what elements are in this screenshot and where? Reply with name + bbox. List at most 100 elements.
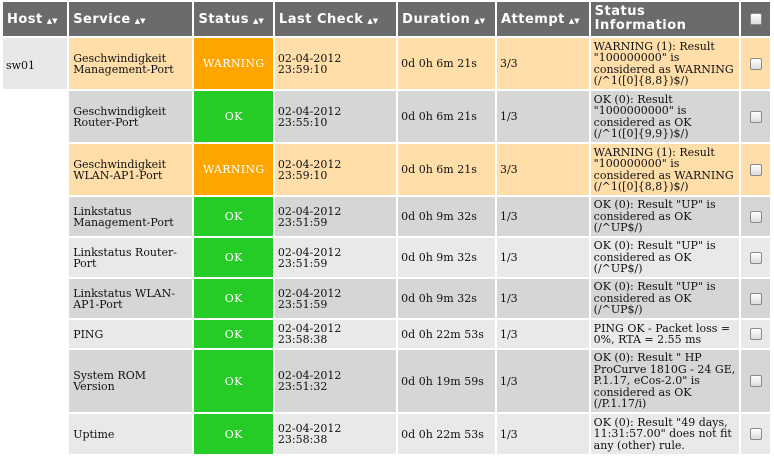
row-select-cell: [741, 38, 770, 89]
checkbox-icon[interactable]: [749, 328, 762, 340]
checkbox-icon[interactable]: [749, 428, 762, 440]
table-row: PING OK 02-04-2012 23:58:38 0d 0h 22m 53s 1/…: [3, 320, 770, 348]
sort-arrows-icon[interactable]: ▲▼: [474, 17, 485, 25]
status-badge: OK: [194, 279, 273, 318]
sort-arrows-icon[interactable]: ▲▼: [253, 17, 264, 25]
status-info-cell: OK (0): Result "UP" is considered as OK …: [590, 197, 740, 236]
duration-cell: 0d 0h 22m 53s: [398, 320, 495, 348]
attempt-cell: 1/3: [496, 414, 589, 454]
status-info-cell: WARNING (1): Result "100000000" is consi…: [590, 144, 740, 195]
service-name-link[interactable]: Uptime: [69, 414, 193, 454]
table-row: Linkstatus Router-Port OK 02-04-2012 23:51…: [3, 238, 770, 277]
host-cell: [3, 144, 68, 195]
col-header-service[interactable]: Service ▲▼: [69, 2, 193, 36]
host-cell[interactable]: sw01: [3, 38, 68, 89]
duration-cell: 0d 0h 6m 21s: [398, 91, 495, 142]
service-name-link[interactable]: Geschwindigkeit Management-Port: [69, 38, 193, 89]
col-header-last-check[interactable]: Last Check ▲▼: [274, 2, 397, 36]
checkbox-icon[interactable]: [749, 251, 762, 264]
status-badge: WARNING: [194, 38, 273, 89]
host-cell: [3, 414, 68, 454]
last-check-cell: 02-04-2012 23:55:10: [274, 91, 397, 142]
row-select-cell: [741, 144, 770, 195]
last-check-cell: 02-04-2012 23:51:59: [274, 238, 397, 277]
checkbox-icon[interactable]: [749, 163, 762, 176]
sort-arrows-icon[interactable]: ▲▼: [367, 17, 378, 25]
last-check-cell: 02-04-2012 23:58:38: [274, 414, 397, 454]
service-name-link[interactable]: Geschwindigkeit Router-Port: [69, 91, 193, 142]
checkbox-icon[interactable]: [749, 57, 762, 70]
attempt-cell: 1/3: [496, 320, 589, 348]
sort-arrows-icon[interactable]: ▲▼: [47, 17, 58, 25]
sort-arrows-icon[interactable]: ▲▼: [135, 17, 146, 25]
duration-cell: 0d 0h 6m 21s: [398, 144, 495, 195]
status-info-cell: OK (0): Result "UP" is considered as OK …: [590, 279, 740, 318]
attempt-cell: 1/3: [496, 350, 589, 412]
attempt-cell: 3/3: [496, 38, 589, 89]
last-check-cell: 02-04-2012 23:59:10: [274, 144, 397, 195]
last-check-cell: 02-04-2012 23:51:59: [274, 197, 397, 236]
host-cell: [3, 238, 68, 277]
status-badge: OK: [194, 414, 273, 454]
row-select-cell: [741, 197, 770, 236]
checkbox-icon[interactable]: [749, 375, 762, 387]
col-header-status-info: Status Information: [590, 2, 740, 36]
duration-cell: 0d 0h 9m 32s: [398, 238, 495, 277]
row-select-cell: [741, 320, 770, 348]
table-row: sw01 Geschwindigkeit Management-Port WARNI…: [3, 38, 770, 89]
duration-cell: 0d 0h 22m 53s: [398, 414, 495, 454]
sort-arrows-icon[interactable]: ▲▼: [569, 17, 580, 25]
last-check-cell: 02-04-2012 23:51:32: [274, 350, 397, 412]
status-badge: OK: [194, 197, 273, 236]
row-select-cell: [741, 91, 770, 142]
attempt-cell: 1/3: [496, 91, 589, 142]
last-check-cell: 02-04-2012 23:59:10: [274, 38, 397, 89]
attempt-cell: 1/3: [496, 197, 589, 236]
service-name-link[interactable]: PING: [69, 320, 193, 348]
checkbox-icon[interactable]: [749, 292, 762, 305]
status-badge: OK: [194, 91, 273, 142]
checkbox-icon[interactable]: [749, 210, 762, 223]
duration-cell: 0d 0h 9m 32s: [398, 197, 495, 236]
status-info-cell: PING OK - Packet loss = 0%, RTA = 2.55 m…: [590, 320, 740, 348]
table-row: Geschwindigkeit WLAN-AP1-Port WARNING 02-0…: [3, 144, 770, 195]
table-row: Geschwindigkeit Router-Port OK 02-04-2012 …: [3, 91, 770, 142]
col-header-host[interactable]: Host ▲▼: [3, 2, 68, 36]
status-info-cell: OK (0): Result "1000000000" is considere…: [590, 91, 740, 142]
status-badge: OK: [194, 238, 273, 277]
row-select-cell: [741, 350, 770, 412]
host-cell: [3, 350, 68, 412]
table-row: Uptime OK 02-04-2012 23:58:38 0d 0h 22m 53s…: [3, 414, 770, 454]
duration-cell: 0d 0h 9m 32s: [398, 279, 495, 318]
col-header-duration[interactable]: Duration ▲▼: [398, 2, 495, 36]
service-name-link[interactable]: System ROM Version: [69, 350, 193, 412]
service-name-link[interactable]: Linkstatus Management-Port: [69, 197, 193, 236]
host-cell: [3, 197, 68, 236]
service-name-link[interactable]: Linkstatus Router-Port: [69, 238, 193, 277]
table-row: System ROM Version OK 02-04-2012 23:51:32 0…: [3, 350, 770, 412]
select-all-checkbox[interactable]: [749, 13, 762, 25]
service-name-link[interactable]: Geschwindigkeit WLAN-AP1-Port: [69, 144, 193, 195]
host-cell: [3, 279, 68, 318]
table-row: Linkstatus Management-Port OK 02-04-2012 2…: [3, 197, 770, 236]
status-info-cell: OK (0): Result "UP" is considered as OK …: [590, 238, 740, 277]
attempt-cell: 1/3: [496, 238, 589, 277]
table-row: Linkstatus WLAN-AP1-Port OK 02-04-2012 23:…: [3, 279, 770, 318]
status-info-cell: WARNING (1): Result "100000000" is consi…: [590, 38, 740, 89]
status-info-cell: OK (0): Result " HP ProCurve 1810G - 24 …: [590, 350, 740, 412]
checkbox-icon[interactable]: [749, 110, 762, 123]
status-badge: OK: [194, 350, 273, 412]
row-select-cell: [741, 279, 770, 318]
col-header-attempt[interactable]: Attempt ▲▼: [496, 2, 589, 36]
host-cell: [3, 91, 68, 142]
row-select-cell: [741, 238, 770, 277]
duration-cell: 0d 0h 6m 21s: [398, 38, 495, 89]
row-select-cell: [741, 414, 770, 454]
table-header-row: Host ▲▼ Service ▲▼ Status ▲▼ Last Check ▲▼ D…: [3, 2, 770, 36]
select-all-header: [741, 2, 770, 36]
last-check-cell: 02-04-2012 23:58:38: [274, 320, 397, 348]
service-name-link[interactable]: Linkstatus WLAN-AP1-Port: [69, 279, 193, 318]
col-header-status[interactable]: Status ▲▼: [194, 2, 273, 36]
service-status-table: Host ▲▼ Service ▲▼ Status ▲▼ Last Check ▲▼ D…: [1, 0, 772, 456]
table-body: sw01 Geschwindigkeit Management-Port WARNI…: [3, 38, 770, 454]
